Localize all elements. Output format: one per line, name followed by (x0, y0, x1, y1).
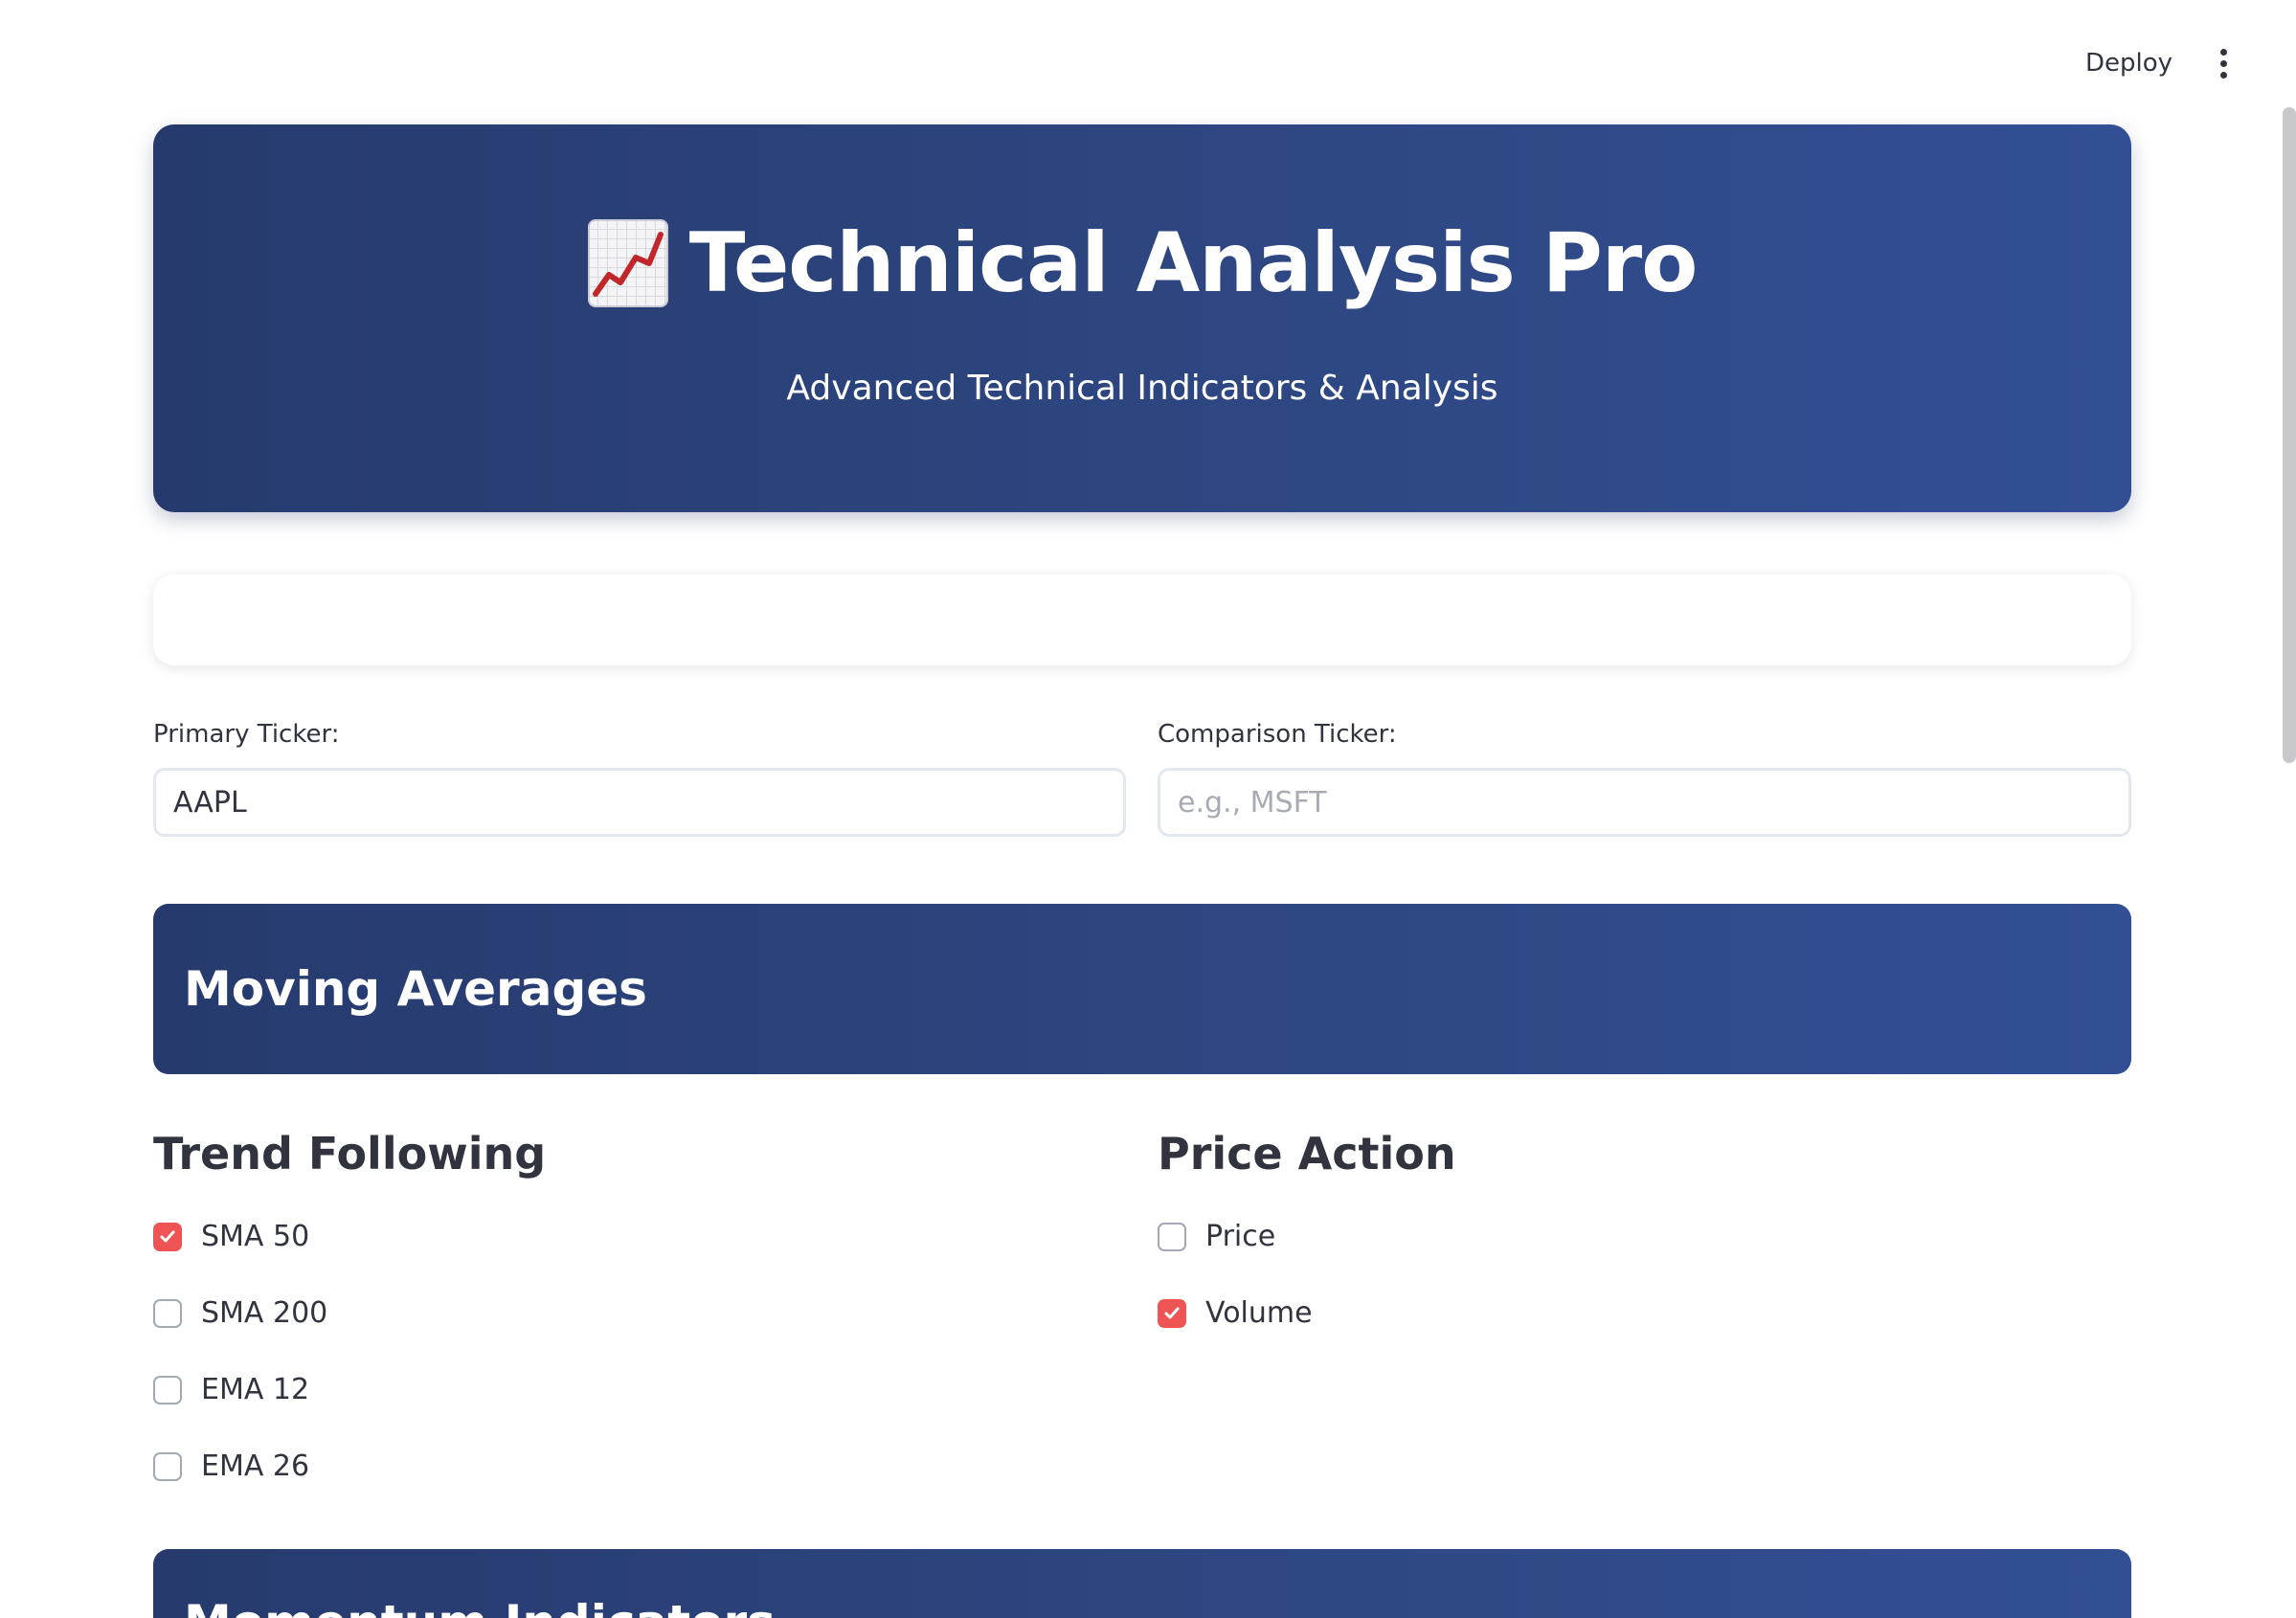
momentum-indicators-banner: Momentum Indicators (153, 1549, 2131, 1618)
trend-following-heading: Trend Following (153, 1128, 547, 1180)
scrollbar[interactable] (2283, 107, 2296, 763)
checkbox-sma-50[interactable]: SMA 50 (153, 1220, 309, 1253)
price-action-heading: Price Action (1158, 1128, 1456, 1180)
comparison-ticker-label: Comparison Ticker: (1158, 720, 1397, 749)
checkbox-sma-200[interactable]: SMA 200 (153, 1296, 327, 1330)
chart-increasing-icon (587, 219, 668, 307)
section-title: Momentum Indicators (184, 1595, 776, 1618)
empty-card (153, 574, 2131, 665)
app-header: Deploy (0, 0, 2296, 124)
primary-ticker-input[interactable] (153, 768, 1126, 837)
more-vertical-icon[interactable] (2206, 44, 2240, 82)
section-title: Moving Averages (184, 961, 647, 1017)
page-subtitle: Advanced Technical Indicators & Analysis (786, 369, 1498, 408)
moving-averages-banner: Moving Averages (153, 904, 2131, 1074)
checkbox-icon[interactable] (153, 1375, 182, 1405)
checkbox-label: Volume (1205, 1296, 1313, 1330)
hero-banner: Technical Analysis Pro Advanced Technica… (153, 124, 2131, 512)
checkbox-label: EMA 26 (201, 1449, 310, 1483)
checkbox-label: Price (1205, 1220, 1276, 1253)
primary-ticker-label: Primary Ticker: (153, 720, 340, 749)
checkbox-label: SMA 200 (201, 1296, 328, 1330)
checkbox-icon[interactable] (153, 1298, 182, 1328)
checkbox-icon[interactable] (1158, 1222, 1186, 1251)
checkbox-volume[interactable]: Volume (1158, 1296, 1313, 1330)
checkbox-ema-12[interactable]: EMA 12 (153, 1373, 309, 1406)
checkbox-ema-26[interactable]: EMA 26 (153, 1449, 309, 1483)
checkbox-icon[interactable] (1158, 1298, 1186, 1328)
comparison-ticker-input[interactable] (1158, 768, 2131, 837)
checkbox-label: EMA 12 (201, 1373, 310, 1406)
deploy-button[interactable]: Deploy (2074, 44, 2184, 82)
checkbox-label: SMA 50 (201, 1220, 310, 1253)
checkbox-icon[interactable] (153, 1222, 182, 1251)
checkbox-icon[interactable] (153, 1451, 182, 1481)
hero-title-row: Technical Analysis Pro (153, 215, 2131, 311)
checkbox-price[interactable]: Price (1158, 1220, 1275, 1253)
page-title: Technical Analysis Pro (688, 215, 1699, 311)
